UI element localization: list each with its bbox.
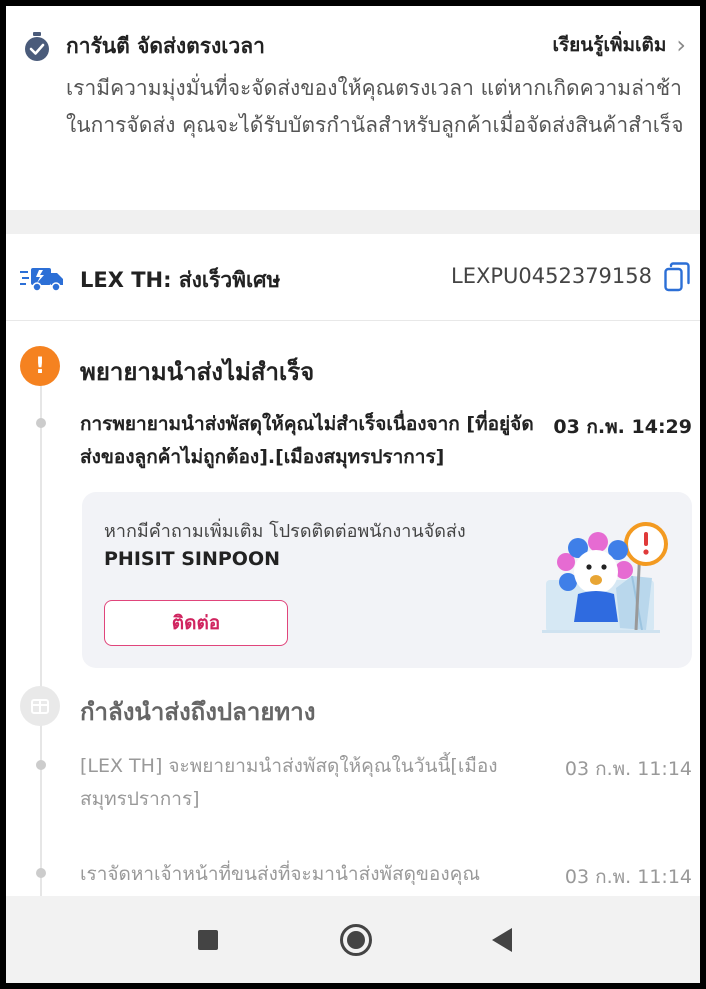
back-icon[interactable] [492,928,512,952]
stopwatch-check-icon [25,32,49,61]
status-title-failed: พยายามนำส่งไม่สำเร็จ [80,358,315,386]
carrier-row: LEX TH: ส่งเร็วพิเศษ LEXPU0452379158 [6,234,700,321]
learn-more-link[interactable]: เรียนรู้เพิ่มเติม › [552,30,686,60]
mascot-illustration [542,522,668,633]
section-divider [6,210,700,234]
event-time: 03 ก.พ. 11:14 [564,866,692,888]
contact-button[interactable]: ติดต่อ [104,600,288,646]
chevron-right-icon: › [676,31,686,59]
recent-apps-icon[interactable] [198,930,218,950]
timeline-dot [36,868,46,878]
system-navigation-bar [6,896,700,983]
app-screen: การันตี จัดส่งตรงเวลา เรียนรู้เพิ่มเติม … [6,6,700,983]
on-time-guarantee-banner: การันตี จัดส่งตรงเวลา เรียนรู้เพิ่มเติม … [6,6,700,210]
tracking-timeline: ! พยายามนำส่งไม่สำเร็จ การพยายามนำส่งพัส… [6,322,700,912]
courier-name: PHISIT SINPOON [104,548,281,570]
timeline-dot [36,760,46,770]
status-title-transit: กำลังนำส่งถึงปลายทาง [80,698,316,726]
contact-question: หากมีคำถามเพิ่มเติม โปรดติดต่อพนักงานจัด… [104,521,466,542]
event-text: เราจัดหาเจ้าหน้าที่ขนส่งที่จะมานำส่งพัสด… [80,863,480,885]
delivery-box-icon [20,686,60,726]
event-text: การพยายามนำส่งพัสดุให้คุณไม่สำเร็จเนื่อง… [80,413,534,468]
event-time: 03 ก.พ. 11:14 [564,758,692,780]
warning-icon: ! [20,346,60,386]
express-truck-icon [20,268,63,292]
guarantee-title: การันตี จัดส่งตรงเวลา [66,34,265,58]
event-time: 03 ก.พ. 14:29 [553,416,692,438]
courier-contact-card: หากมีคำถามเพิ่มเติม โปรดติดต่อพนักงานจัด… [82,492,692,668]
copy-icon[interactable] [664,262,690,292]
timeline-dot [36,418,46,428]
home-icon[interactable] [340,924,372,956]
learn-more-label: เรียนรู้เพิ่มเติม [552,34,667,56]
guarantee-description: เรามีความมุ่งมั่นที่จะจัดส่งของให้คุณตรง… [66,76,684,137]
event-text: [LEX TH] จะพยายามนำส่งพัสดุให้คุณในวันนี… [80,755,498,810]
carrier-name: LEX TH: ส่งเร็วพิเศษ [80,268,281,292]
timeline-rail [40,372,42,912]
tracking-number: LEXPU0452379158 [451,264,652,288]
